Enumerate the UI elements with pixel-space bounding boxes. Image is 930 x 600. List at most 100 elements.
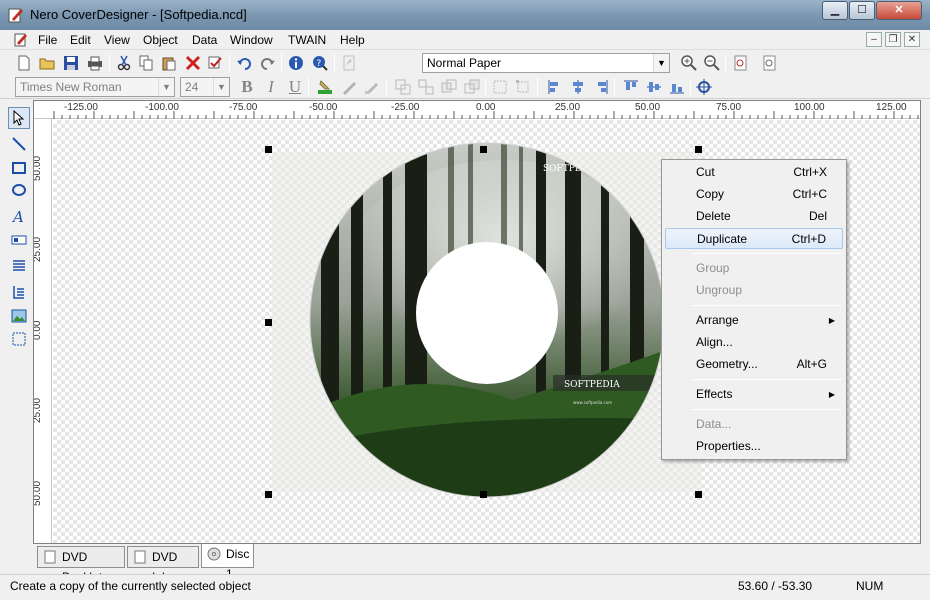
menu-item-properties[interactable]: Properties... (665, 436, 843, 457)
menu-item-delete[interactable]: Delete Del (665, 206, 843, 227)
context-menu: Cut Ctrl+X Copy Ctrl+C Delete Del Duplic… (661, 159, 847, 460)
menu-item-duplicate[interactable]: Duplicate Ctrl+D (665, 228, 843, 249)
pen-icon[interactable] (339, 77, 359, 97)
format-toolbar: Times New Roman ▼ 24 ▼ B I U (0, 75, 930, 99)
align-middle-icon[interactable] (644, 77, 664, 97)
delete-icon[interactable] (183, 53, 203, 73)
selection-handle[interactable] (695, 491, 702, 498)
copy-icon[interactable] (136, 53, 156, 73)
selection-icon[interactable] (490, 77, 510, 97)
nero-app-icon (8, 8, 23, 23)
undo-icon[interactable] (234, 53, 254, 73)
ruler-label: -50.00 (309, 102, 338, 113)
menu-window[interactable]: Window (230, 33, 273, 47)
zoom-fit-icon[interactable] (760, 53, 780, 73)
selection-handle[interactable] (695, 146, 702, 153)
ruler-label: 75.00 (716, 102, 742, 113)
wizard-icon[interactable] (339, 53, 359, 73)
paste-icon[interactable] (159, 53, 179, 73)
paper-type-select[interactable]: Normal Paper ▼ (422, 53, 670, 73)
menu-bar: File Edit View Object Data Window TWAIN … (0, 30, 930, 50)
menu-item-ungroup[interactable]: Ungroup (665, 280, 843, 301)
menu-item-group[interactable]: Group (665, 258, 843, 279)
text-tool-icon[interactable]: A (8, 205, 30, 227)
menu-file[interactable]: File (38, 33, 57, 47)
zoom-in-icon[interactable] (679, 53, 699, 73)
align-bottom-icon[interactable] (667, 77, 687, 97)
bold-button[interactable]: B (237, 77, 257, 97)
save-icon[interactable] (61, 53, 81, 73)
new-icon[interactable] (14, 53, 34, 73)
send-back-icon[interactable] (462, 77, 482, 97)
info-icon[interactable] (286, 53, 306, 73)
underline-button[interactable]: U (285, 77, 305, 97)
ruler-label: -25.00 (391, 102, 420, 113)
tab-disc-1[interactable]: Disc 1 (201, 544, 254, 581)
selection-handle[interactable] (480, 146, 487, 153)
list-tool-icon[interactable] (8, 255, 30, 277)
menu-item-effects[interactable]: Effects ▶ (665, 384, 843, 405)
menu-item-label: Duplicate (697, 232, 748, 246)
tracklist-tool-icon[interactable] (8, 281, 30, 303)
image-tool-icon[interactable] (8, 305, 30, 327)
align-top-icon[interactable] (621, 77, 641, 97)
menu-item-align[interactable]: Align... (665, 332, 843, 353)
selection-handle[interactable] (265, 146, 272, 153)
center-on-page-icon[interactable] (694, 77, 714, 97)
fill-color-icon[interactable] (315, 77, 335, 97)
font-family-select[interactable]: Times New Roman ▼ (15, 77, 175, 97)
bring-front-icon[interactable] (439, 77, 459, 97)
font-size-select[interactable]: 24 ▼ (180, 77, 230, 97)
menu-help[interactable]: Help (340, 33, 365, 47)
zoom-page-icon[interactable] (731, 53, 751, 73)
minimize-button[interactable]: ▁ (822, 1, 848, 20)
cut-icon[interactable] (114, 53, 134, 73)
menu-edit[interactable]: Edit (70, 33, 91, 47)
pointer-tool-icon[interactable] (8, 107, 30, 129)
print-icon[interactable] (85, 53, 105, 73)
menu-data[interactable]: Data (192, 33, 217, 47)
mdi-restore-button[interactable]: ❐ (885, 32, 901, 47)
mdi-close-button[interactable]: ✕ (904, 32, 920, 47)
transform-icon[interactable] (513, 77, 533, 97)
menu-item-copy[interactable]: Copy Ctrl+C (665, 184, 843, 205)
rectangle-tool-icon[interactable] (8, 157, 30, 179)
selection-handle[interactable] (480, 491, 487, 498)
menu-item-data[interactable]: Data... (665, 414, 843, 435)
menu-item-label: Ungroup (696, 283, 743, 297)
menu-item-label: Arrange (696, 313, 739, 327)
help-icon[interactable]: ? (310, 53, 330, 73)
align-center-icon[interactable] (568, 77, 588, 97)
menu-view[interactable]: View (104, 33, 130, 47)
tool-palette: A (6, 104, 32, 544)
mdi-minimize-button[interactable]: – (866, 32, 882, 47)
menu-item-cut[interactable]: Cut Ctrl+X (665, 162, 843, 183)
close-button[interactable]: ✕ (876, 1, 922, 20)
check-icon[interactable] (205, 53, 225, 73)
zoom-out-icon[interactable] (702, 53, 722, 73)
group-icon[interactable] (393, 77, 413, 97)
menu-object[interactable]: Object (143, 33, 178, 47)
open-icon[interactable] (37, 53, 57, 73)
ungroup-icon[interactable] (416, 77, 436, 97)
align-left-icon[interactable] (545, 77, 565, 97)
menu-item-arrange[interactable]: Arrange ▶ (665, 310, 843, 331)
ellipse-tool-icon[interactable] (8, 179, 30, 201)
menu-item-geometry[interactable]: Geometry... Alt+G (665, 354, 843, 375)
field-tool-icon[interactable] (8, 229, 30, 251)
brush-icon[interactable] (362, 77, 382, 97)
tab-dvd-booklet[interactable]: DVD Booklet (37, 546, 125, 584)
frame-tool-icon[interactable] (8, 328, 30, 350)
align-right-icon[interactable] (591, 77, 611, 97)
maximize-button[interactable]: ☐ (849, 1, 875, 20)
document-icon[interactable] (14, 33, 28, 47)
selection-handle[interactable] (265, 319, 272, 326)
font-size-value: 24 (185, 80, 199, 94)
selection-handle[interactable] (265, 491, 272, 498)
italic-button[interactable]: I (261, 77, 281, 97)
line-tool-icon[interactable] (8, 133, 30, 155)
menu-twain[interactable]: TWAIN (288, 33, 326, 47)
menu-item-label: Copy (696, 187, 725, 201)
redo-icon[interactable] (258, 53, 278, 73)
tab-dvd-inlay[interactable]: DVD Inlay (127, 546, 199, 584)
